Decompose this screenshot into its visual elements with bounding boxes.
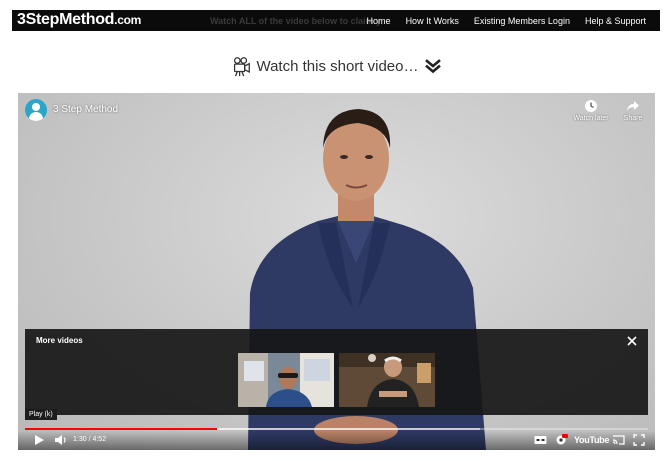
watch-later-button[interactable]: Watch later — [570, 99, 612, 122]
watch-heading: Watch this short video… — [0, 55, 671, 77]
watch-heading-text: Watch this short video… — [256, 57, 419, 75]
youtube-logo[interactable]: YouTube — [574, 435, 609, 445]
nav-links: Home How It Works Existing Members Login… — [352, 10, 646, 31]
progress-bar[interactable] — [25, 428, 648, 430]
logo-main: 3StepMethod — [17, 11, 115, 28]
nav-home[interactable]: Home — [367, 16, 391, 26]
nav-how-it-works[interactable]: How It Works — [406, 16, 459, 26]
movie-camera-icon — [234, 57, 251, 77]
watch-later-label: Watch later — [573, 115, 609, 122]
cast-icon[interactable] — [612, 434, 625, 446]
related-video-thumbnail[interactable] — [238, 353, 334, 407]
time-display: 1:30 / 4:52 — [73, 436, 107, 443]
double-chevron-down-icon — [424, 59, 441, 74]
nav-existing-members-login[interactable]: Existing Members Login — [474, 16, 570, 26]
top-navbar: 3StepMethod.com Watch ALL of the video b… — [12, 10, 660, 31]
clock-icon — [585, 100, 597, 112]
channel-avatar[interactable] — [25, 99, 47, 121]
progress-played — [25, 428, 217, 430]
subtitles-icon[interactable] — [534, 434, 547, 446]
settings-gear-icon[interactable] — [555, 434, 568, 446]
nav-help-support[interactable]: Help & Support — [585, 16, 646, 26]
more-videos-title: More videos — [36, 336, 83, 345]
volume-icon[interactable] — [54, 434, 68, 446]
share-label: Share — [623, 115, 643, 122]
more-videos-panel: More videos — [25, 329, 648, 415]
fullscreen-icon[interactable] — [633, 434, 645, 446]
share-arrow-icon — [627, 101, 639, 111]
share-button[interactable]: Share — [612, 99, 654, 122]
close-icon[interactable] — [626, 335, 638, 347]
video-player[interactable]: 3 Step Method Watch later Share More vid… — [18, 93, 655, 450]
channel-name[interactable]: 3 Step Method — [53, 104, 118, 115]
play-icon[interactable] — [33, 434, 45, 446]
player-controls: 1:30 / 4:52 YouTube — [18, 431, 655, 450]
site-logo[interactable]: 3StepMethod.com — [17, 11, 141, 29]
logo-suffix: .com — [114, 13, 141, 27]
page: 3StepMethod.com Watch ALL of the video b… — [0, 0, 671, 461]
related-video-thumbnail[interactable] — [339, 353, 435, 407]
play-tooltip: Play (k) — [25, 409, 57, 420]
